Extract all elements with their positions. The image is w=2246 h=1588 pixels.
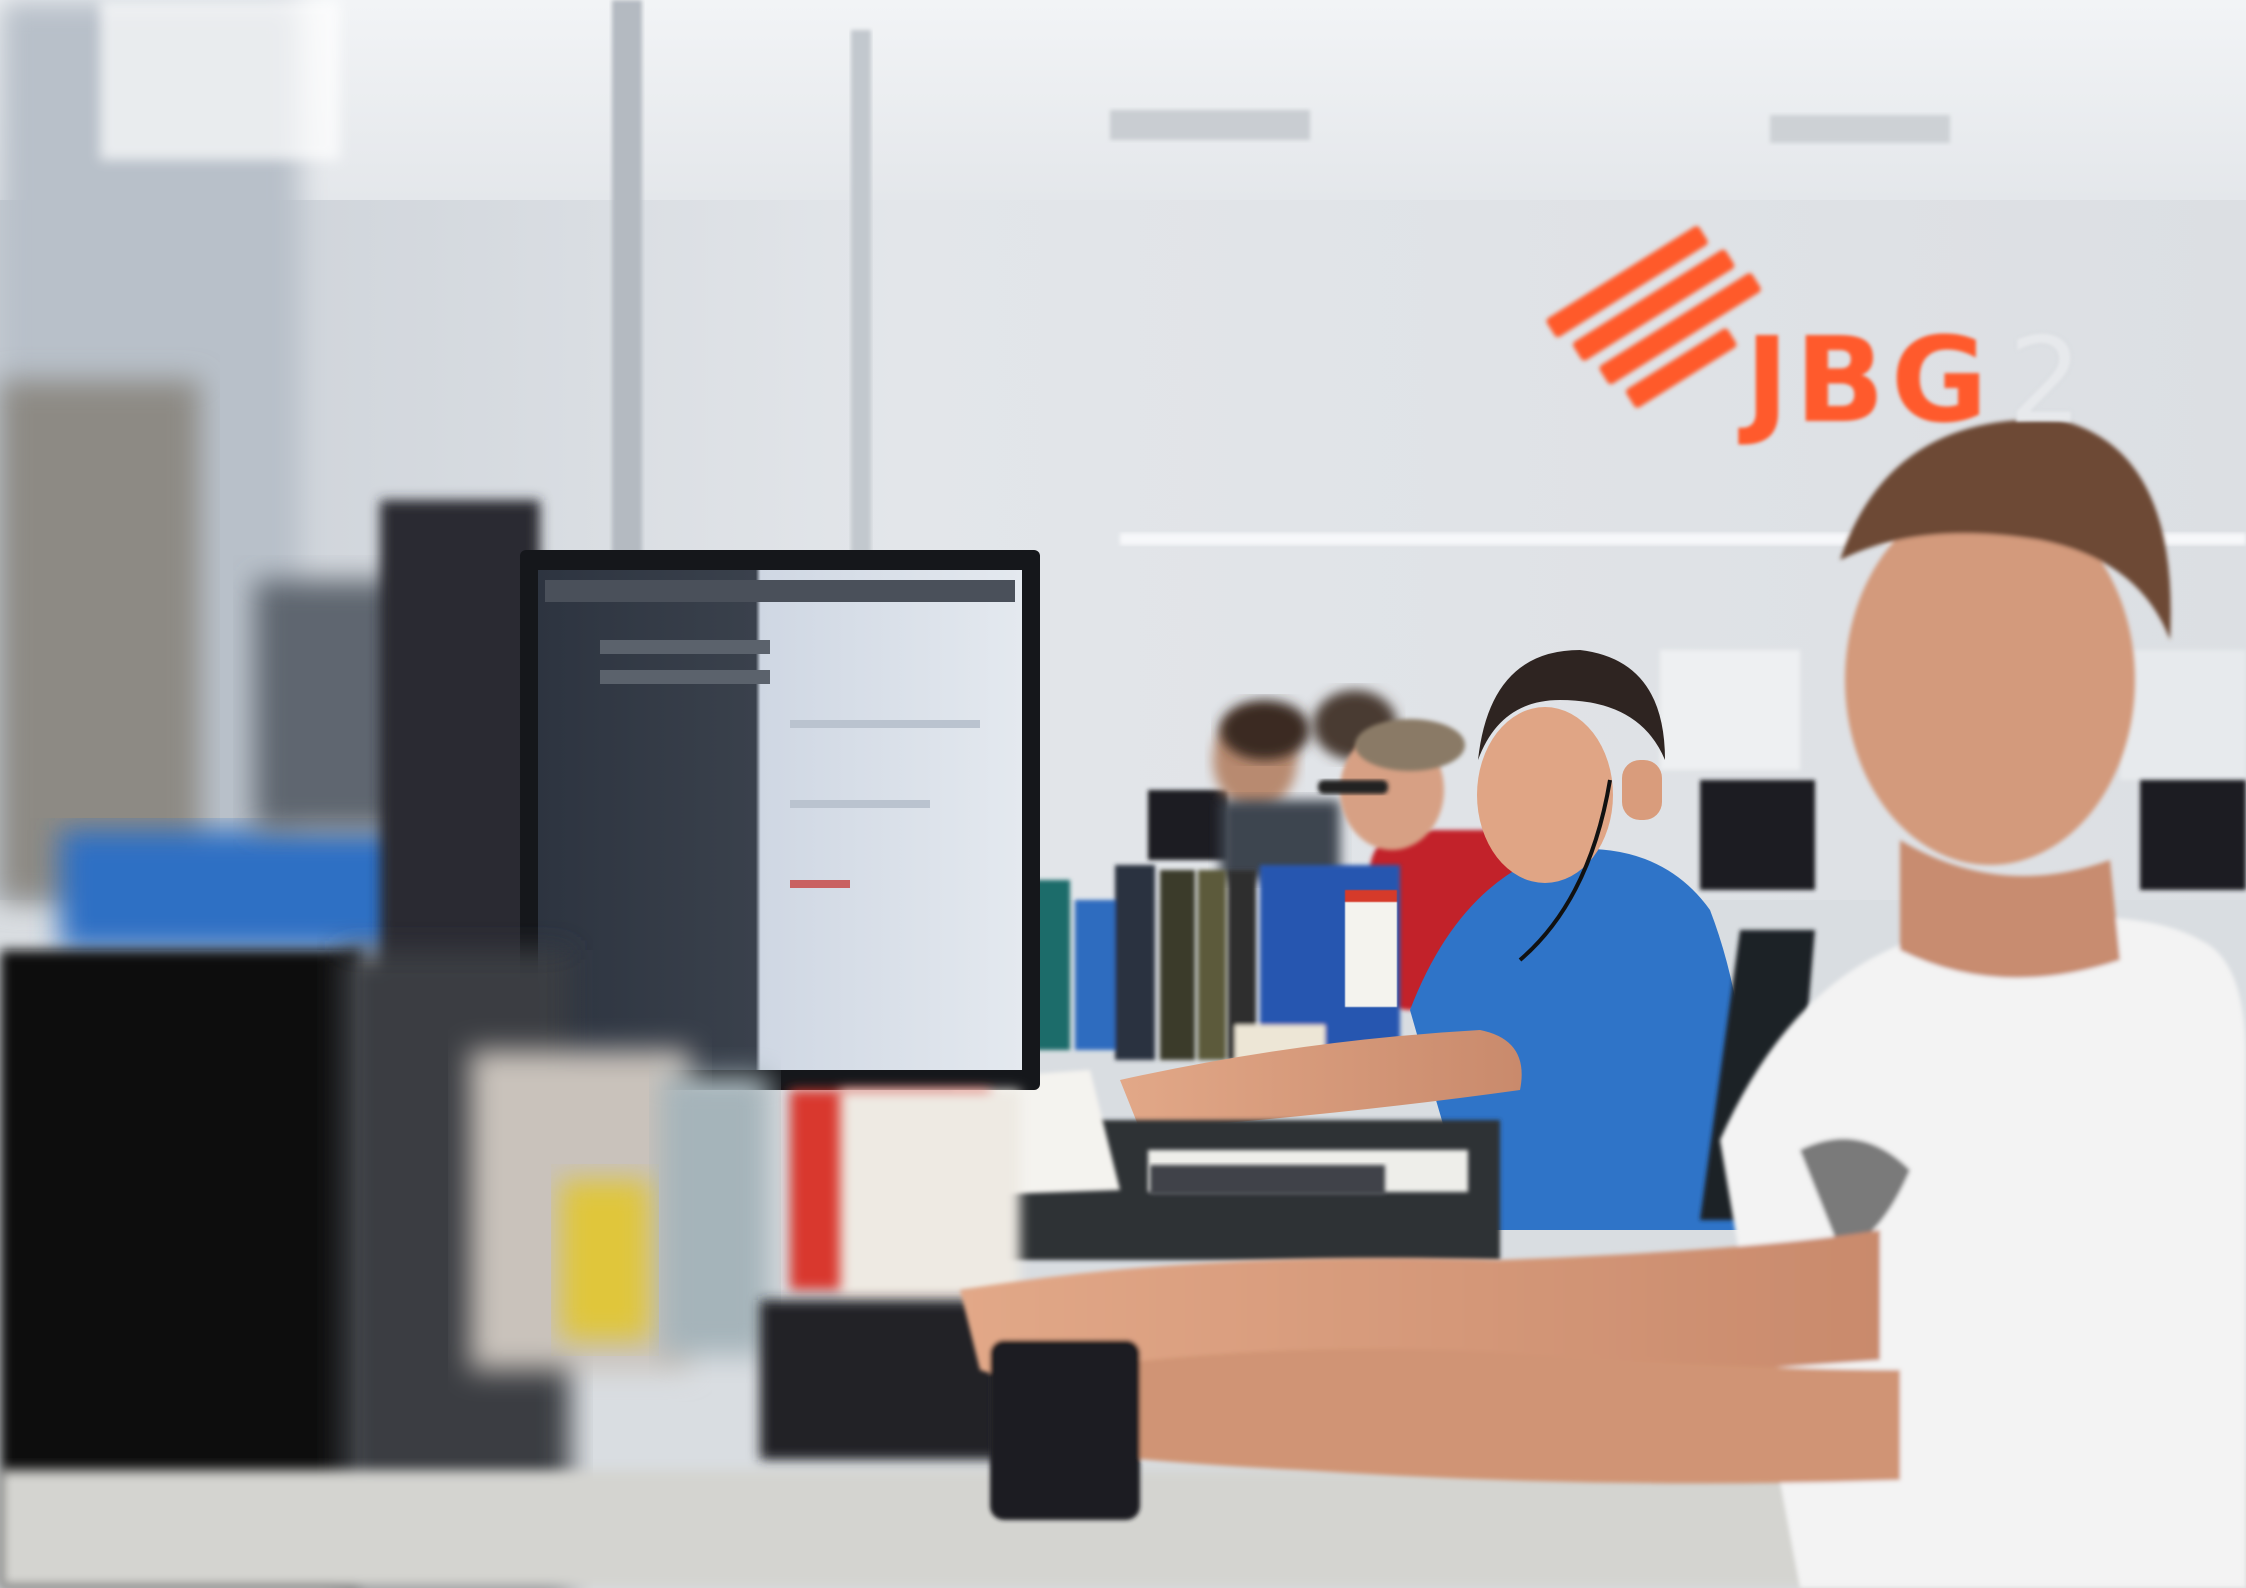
- office-photo: JBG 2: [0, 0, 2246, 1588]
- binder-label: [1345, 890, 1397, 1007]
- company-logo: JBG 2: [1745, 300, 2089, 460]
- office-scene-illustration: [0, 0, 2246, 1588]
- logo-number: 2: [2007, 311, 2089, 449]
- logo-word: JBG: [1745, 311, 1994, 449]
